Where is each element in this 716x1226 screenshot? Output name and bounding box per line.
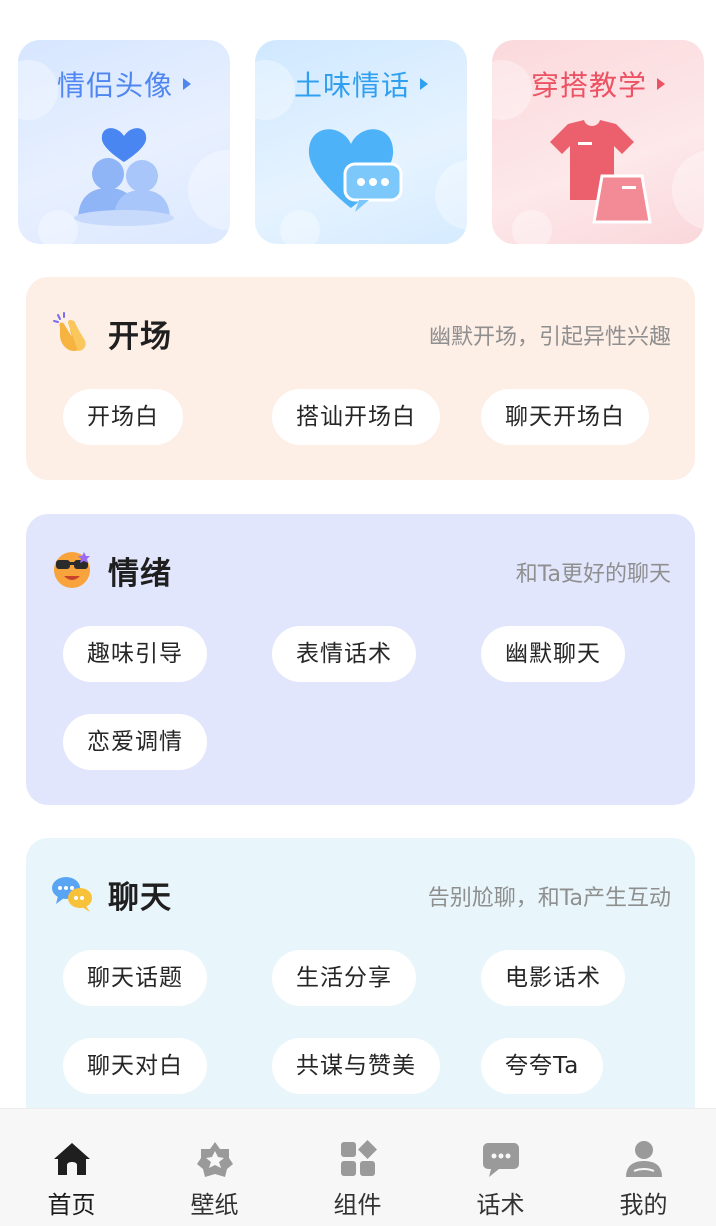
chip-chat-opener[interactable]: 聊天开场白 bbox=[481, 389, 649, 445]
chip-praise-ta[interactable]: 夸夸Ta bbox=[481, 1038, 604, 1094]
chat-bubbles-icon bbox=[52, 877, 92, 912]
user-icon bbox=[625, 1141, 662, 1177]
nav-label: 话术 bbox=[476, 1191, 525, 1219]
section-header: 开场 幽默开场，引起异性兴趣 bbox=[50, 307, 671, 355]
couple-heart-icon bbox=[74, 128, 174, 226]
chip-movie-talk[interactable]: 电影话术 bbox=[481, 950, 625, 1006]
nav-label: 壁纸 bbox=[190, 1191, 239, 1219]
arrow-right-icon bbox=[420, 78, 428, 90]
section-header: 聊天 告别尬聊，和Ta产生互动 bbox=[50, 868, 671, 916]
section-opening: 开场 幽默开场，引起异性兴趣 开场白 搭讪开场白 聊天开场白 bbox=[26, 277, 695, 480]
arrow-right-icon bbox=[183, 78, 191, 90]
cheesy-lines-card[interactable]: 土味情话 bbox=[255, 40, 467, 244]
clothes-icon bbox=[550, 120, 652, 224]
clapping-hands-icon bbox=[53, 312, 86, 351]
card-title: 土味情话 bbox=[255, 64, 467, 104]
section-title: 情绪 bbox=[108, 556, 172, 592]
chip-chat-dialogue[interactable]: 聊天对白 bbox=[63, 1038, 207, 1094]
chip-flirting[interactable]: 恋爱调情 bbox=[63, 714, 207, 770]
speech-bubble-icon bbox=[482, 1143, 519, 1177]
star-badge-icon bbox=[196, 1142, 233, 1177]
chip-plot-and-praise[interactable]: 共谋与赞美 bbox=[272, 1038, 440, 1094]
home-icon bbox=[53, 1143, 90, 1175]
card-title: 穿搭教学 bbox=[492, 64, 704, 104]
heart-chat-icon bbox=[308, 129, 403, 212]
nav-profile[interactable]: 我的 bbox=[572, 1109, 715, 1226]
chip-emoji-talk[interactable]: 表情话术 bbox=[272, 626, 416, 682]
card-title: 情侣头像 bbox=[18, 64, 230, 104]
outfit-tutorial-card[interactable]: 穿搭教学 bbox=[492, 40, 704, 244]
couple-avatar-card[interactable]: 情侣头像 bbox=[18, 40, 230, 244]
nav-label: 我的 bbox=[619, 1191, 668, 1219]
section-title: 开场 bbox=[108, 319, 172, 355]
arrow-right-icon bbox=[657, 78, 665, 90]
nav-scripts[interactable]: 话术 bbox=[429, 1109, 572, 1226]
nav-home[interactable]: 首页 bbox=[0, 1109, 143, 1226]
chip-chat-topics[interactable]: 聊天话题 bbox=[63, 950, 207, 1006]
feature-cards: 情侣头像 土味情话 穿搭教学 bbox=[18, 40, 704, 244]
section-description: 告别尬聊，和Ta产生互动 bbox=[427, 886, 671, 911]
chip-opening-line[interactable]: 开场白 bbox=[63, 389, 183, 445]
chip-pickup-opener[interactable]: 搭讪开场白 bbox=[272, 389, 440, 445]
chip-life-sharing[interactable]: 生活分享 bbox=[272, 950, 416, 1006]
sunglasses-face-icon bbox=[54, 552, 90, 588]
chip-fun-guide[interactable]: 趣味引导 bbox=[63, 626, 207, 682]
nav-label: 组件 bbox=[333, 1191, 382, 1219]
nav-wallpaper[interactable]: 壁纸 bbox=[143, 1109, 286, 1226]
bottom-navigation: 首页 壁纸 组件 话术 我的 bbox=[0, 1108, 716, 1226]
section-description: 幽默开场，引起异性兴趣 bbox=[428, 325, 671, 350]
section-description: 和Ta更好的聊天 bbox=[515, 562, 671, 587]
section-header: 情绪 和Ta更好的聊天 bbox=[50, 544, 671, 592]
nav-label: 首页 bbox=[47, 1191, 96, 1219]
section-title: 聊天 bbox=[108, 880, 172, 916]
section-emotion: 情绪 和Ta更好的聊天 趣味引导 表情话术 幽默聊天 恋爱调情 bbox=[26, 514, 695, 805]
nav-widgets[interactable]: 组件 bbox=[286, 1109, 429, 1226]
chip-humor-chat[interactable]: 幽默聊天 bbox=[481, 626, 625, 682]
widgets-grid-icon bbox=[340, 1140, 377, 1176]
section-chat: 聊天 告别尬聊，和Ta产生互动 聊天话题 生活分享 电影话术 聊天对白 共谋与赞… bbox=[26, 838, 695, 1138]
